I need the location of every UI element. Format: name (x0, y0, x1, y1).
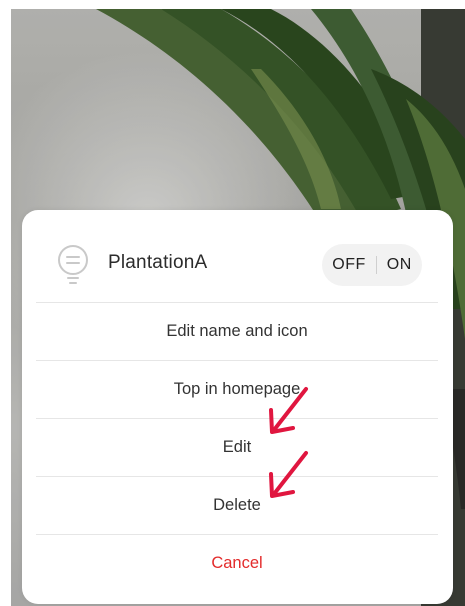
cancel-button[interactable]: Cancel (36, 534, 438, 592)
device-header: PlantationA OFF ON (22, 210, 453, 302)
edit-name-and-icon-button[interactable]: Edit name and icon (36, 302, 438, 360)
bulb-icon (56, 244, 90, 288)
delete-button[interactable]: Delete (36, 476, 438, 534)
action-menu: Edit name and icon Top in homepage Edit … (36, 302, 438, 592)
power-toggle[interactable]: OFF ON (322, 244, 422, 286)
arrow-to-edit (269, 387, 308, 434)
device-name: PlantationA (108, 252, 208, 273)
toggle-on[interactable]: ON (377, 256, 422, 274)
top-in-homepage-button[interactable]: Top in homepage (36, 360, 438, 418)
device-action-sheet: PlantationA OFF ON Edit name and icon To… (22, 210, 453, 604)
edit-button[interactable]: Edit (36, 418, 438, 476)
arrow-to-delete (269, 451, 308, 498)
toggle-off[interactable]: OFF (322, 256, 376, 274)
screen: PlantationA OFF ON Edit name and icon To… (0, 0, 465, 606)
